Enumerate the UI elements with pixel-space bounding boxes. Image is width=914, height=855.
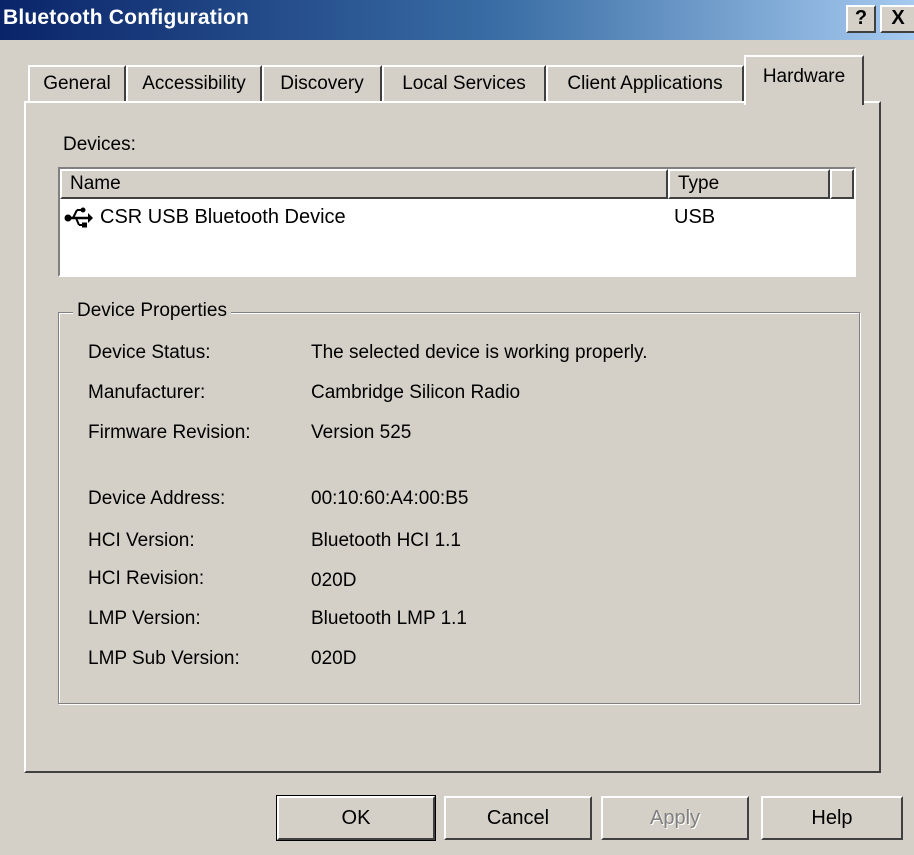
usb-icon <box>64 206 94 230</box>
tab-discovery[interactable]: Discovery <box>262 65 382 102</box>
apply-button: Apply <box>601 796 749 840</box>
ok-button[interactable]: OK <box>276 795 436 841</box>
property-value: Version 525 <box>311 422 412 443</box>
tab-label: Client Applications <box>567 73 723 94</box>
tab-label: General <box>43 73 111 94</box>
question-mark-icon: ? <box>854 7 868 29</box>
devices-label: Devices: <box>63 134 136 155</box>
property-label: Device Address: <box>88 488 226 509</box>
property-label: Manufacturer: <box>88 382 206 403</box>
devices-list[interactable]: Name Type CSR USB Bluetooth Device USB <box>58 167 856 277</box>
property-value: The selected device is working properly. <box>311 342 648 363</box>
property-label: HCI Revision: <box>88 568 205 589</box>
property-value: 00:10:60:A4:00:B5 <box>311 488 469 509</box>
column-header-name[interactable]: Name <box>60 169 668 199</box>
tab-hardware[interactable]: Hardware <box>744 55 864 105</box>
tab-label: Accessibility <box>142 73 246 94</box>
button-label: Apply <box>649 807 701 829</box>
help-button[interactable]: Help <box>761 796 903 840</box>
property-value: 020D <box>311 648 357 669</box>
button-label: OK <box>341 807 371 829</box>
tab-accessibility[interactable]: Accessibility <box>126 65 262 102</box>
button-label: Cancel <box>486 807 550 829</box>
tab-label: Local Services <box>402 73 526 94</box>
cancel-button[interactable]: Cancel <box>444 796 592 840</box>
device-name: CSR USB Bluetooth Device <box>100 206 346 228</box>
tab-local-services[interactable]: Local Services <box>382 65 546 102</box>
window-title: Bluetooth Configuration <box>3 6 250 29</box>
column-header-type[interactable]: Type <box>668 169 830 199</box>
help-title-button[interactable]: ? <box>846 5 876 33</box>
tab-label: Discovery <box>280 73 364 94</box>
column-header-label: Type <box>678 173 720 194</box>
tab-general[interactable]: General <box>28 65 126 102</box>
close-icon: X <box>891 7 905 29</box>
property-label: LMP Sub Version: <box>88 648 240 669</box>
list-item[interactable]: CSR USB Bluetooth Device USB <box>60 203 854 233</box>
device-properties-group: Device Properties Device Status: The sel… <box>58 300 860 704</box>
column-header-filler <box>830 169 854 199</box>
column-header-label: Name <box>70 173 121 194</box>
button-label: Help <box>811 807 853 829</box>
property-value: Bluetooth LMP 1.1 <box>311 608 467 629</box>
property-value: Bluetooth HCI 1.1 <box>311 530 461 551</box>
tab-client-applications[interactable]: Client Applications <box>546 65 744 102</box>
property-label: Device Status: <box>88 342 211 363</box>
property-label: LMP Version: <box>88 608 201 629</box>
property-label: Firmware Revision: <box>88 422 251 443</box>
group-legend: Device Properties <box>73 300 231 322</box>
bluetooth-configuration-dialog: Bluetooth Configuration ? X General Acce… <box>0 0 914 855</box>
property-value: Cambridge Silicon Radio <box>311 382 521 403</box>
property-label: HCI Version: <box>88 530 195 551</box>
title-bar[interactable]: Bluetooth Configuration ? X <box>0 0 914 40</box>
close-button[interactable]: X <box>880 5 914 33</box>
property-value: 020D <box>311 570 357 591</box>
device-type: USB <box>674 206 716 228</box>
tab-label: Hardware <box>762 66 846 87</box>
